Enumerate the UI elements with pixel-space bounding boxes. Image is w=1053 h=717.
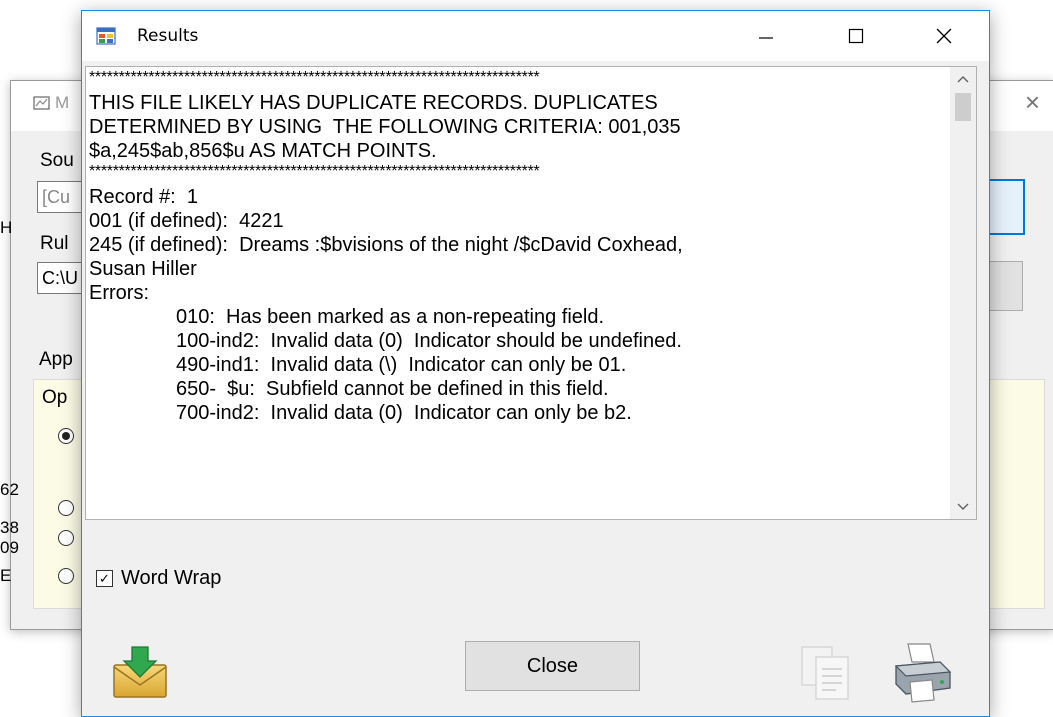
minimize-icon [759,37,773,39]
rules-label: Rul [40,233,69,254]
text-line: THIS FILE LIKELY HAS DUPLICATE RECORDS. … [89,92,658,114]
word-wrap-checkbox[interactable]: ✓ [96,570,113,587]
window-title: Results [137,26,199,46]
text-line: Susan Hiller [89,258,197,280]
option-radio-3[interactable] [58,530,74,546]
error-line: 700-ind2: Invalid data (0) Indicator can… [176,402,632,424]
text-line: Errors: [89,282,149,304]
results-textbox[interactable]: ****************************************… [85,66,977,520]
checkmark-icon: ✓ [99,571,110,586]
option-radio-4[interactable] [58,568,74,584]
source-label: Sou [40,150,74,171]
error-line: 490-ind1: Invalid data (\) Indicator can… [176,354,627,376]
text-line: ****************************************… [89,69,540,86]
background-window-title: M [55,93,70,112]
text-line: DETERMINED BY USING THE FOLLOWING CRITER… [89,116,681,138]
word-wrap-label: Word Wrap [121,567,222,589]
close-icon[interactable]: × [1025,87,1040,118]
word-wrap-option[interactable]: ✓ Word Wrap [96,567,221,590]
source-browse-button[interactable] [987,179,1025,235]
titlebar: Results [82,11,989,61]
export-icon[interactable] [110,645,170,701]
results-text: ****************************************… [89,69,949,425]
maximize-icon [848,28,864,44]
app-icon [33,96,50,110]
close-icon [936,28,952,44]
option-radio-1[interactable] [58,428,74,444]
scroll-up-icon[interactable] [950,67,976,91]
scroll-down-icon[interactable] [950,495,976,519]
close-button[interactable]: Close [465,641,640,691]
window-icon [96,27,116,45]
vertical-scrollbar[interactable] [950,67,976,519]
edge-text-1: H [0,218,13,237]
print-icon[interactable] [888,638,954,704]
applies-label: App [39,349,73,370]
edge-text-2: 62 [0,480,19,499]
text-line: Record #: 1 [89,186,198,208]
edge-text-5: E [0,566,12,585]
text-line: 001 (if defined): 4221 [89,210,284,232]
edge-text-4: 09 [0,538,19,557]
minimize-button[interactable] [735,11,797,61]
error-line: 010: Has been marked as a non-repeating … [176,306,605,328]
options-group-label: Op [42,387,68,408]
text-line: 245 (if defined): Dreams :$bvisions of t… [89,234,683,256]
close-window-button[interactable] [913,11,975,61]
text-line: $a,245$ab,856$u AS MATCH POINTS. [89,140,437,162]
results-window: Results ********************************… [81,10,990,717]
error-line: 100-ind2: Invalid data (0) Indicator sho… [176,330,682,352]
copy-icon[interactable] [796,643,856,703]
rules-browse-button[interactable] [987,261,1023,311]
text-line: ****************************************… [89,163,540,180]
error-line: 650- $u: Subfield cannot be defined in t… [176,378,609,400]
edge-text-3: 38 [0,518,19,537]
option-radio-2[interactable] [58,500,74,516]
scroll-thumb[interactable] [955,93,971,121]
maximize-button[interactable] [825,11,887,61]
